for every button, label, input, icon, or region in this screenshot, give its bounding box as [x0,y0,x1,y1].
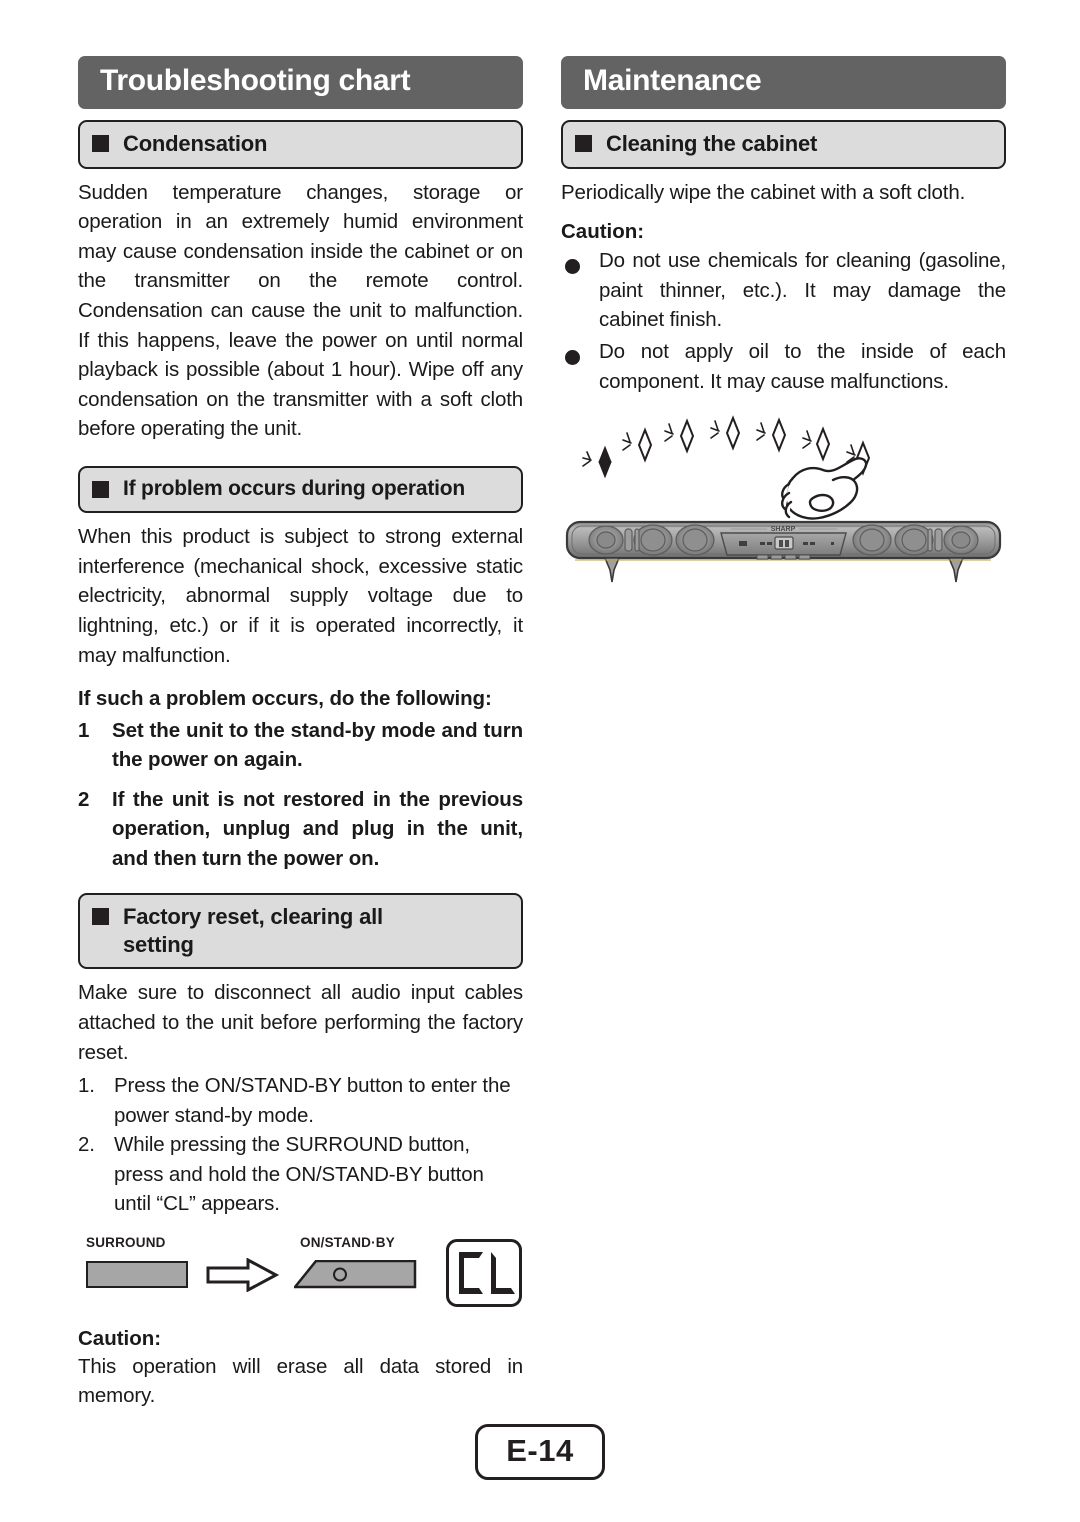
item-text: Press the ON/STAND-BY button to enter th… [114,1074,511,1127]
cleaning-body: Periodically wipe the cabinet with a sof… [561,180,966,204]
if-problem-body: When this product is subject to strong e… [78,525,523,667]
right-column: Maintenance Cleaning the cabinet Periodi… [561,56,1006,1411]
cleaning-caution-bullets: Do not use chemicals for cleaning (gasol… [561,246,1006,396]
square-bullet-icon [92,908,109,926]
factory-reset-steps: 1. Press the ON/STAND-BY button to enter… [78,1071,523,1219]
step-number: 2 [78,787,90,811]
hand-wiping-icon [781,457,868,520]
surround-button-graphic [86,1260,188,1288]
manual-page: Troubleshooting chart Condensation Sudde… [0,0,1080,1522]
condensation-body: Sudden temperature changes, storage or o… [78,180,523,441]
square-bullet-icon [92,135,109,152]
factory-reset-caution-label: Caution: [78,1326,162,1350]
section-header-label: Condensation [123,131,268,156]
page-number-badge: E-14 [475,1424,605,1480]
if-problem-steps: 1 Set the unit to the stand-by mode and … [78,716,523,874]
step-number: 1 [78,718,90,742]
step-text: If the unit is not restored in the previ… [112,787,523,870]
item-number: 2. [78,1133,95,1157]
numbered-item: 2. While pressing the SURROUND button, p… [78,1130,523,1219]
chapter-banner-troubleshooting: Troubleshooting chart [78,56,523,109]
onstandby-button-label: ON/STAND·BY [300,1234,395,1250]
bullet-text: Do not apply oil to the inside of each c… [599,339,1006,393]
onstandby-button-graphic [292,1259,417,1289]
bullet-item: Do not use chemicals for cleaning (gasol… [561,246,1006,335]
item-number: 1. [78,1074,95,1098]
section-header-label: Factory reset, clearing all setting [123,903,383,958]
item-text: While pressing the SURROUND button, pres… [114,1133,484,1216]
step-item: 1 Set the unit to the stand-by mode and … [78,716,523,775]
chapter-banner-maintenance: Maintenance [561,56,1006,109]
soundbar-cleaning-illustration: SHARP [561,414,1006,589]
bullet-text: Do not use chemicals for cleaning (gasol… [599,249,1006,332]
bullet-item: Do not apply oil to the inside of each c… [561,337,1006,396]
square-bullet-icon [575,135,592,152]
section-header-factory-reset: Factory reset, clearing all setting [78,893,523,970]
factory-reset-button-diagram: SURROUND ON/STAND·BY [78,1233,523,1315]
page-footer: E-14 [0,1424,1080,1480]
cl-display-graphic [446,1238,522,1307]
factory-reset-body: Make sure to disconnect all audio input … [78,981,523,1064]
sharp-brand-logo: SHARP [771,526,796,533]
arrow-right-icon [206,1257,280,1293]
factory-reset-caution-text: This operation will erase all data store… [78,1354,523,1408]
surround-button-label: SURROUND [86,1234,166,1250]
step-text: Set the unit to the stand-by mode and tu… [112,718,523,772]
round-bullet-icon [561,337,599,396]
section-header-cleaning-the-cabinet: Cleaning the cabinet [561,120,1006,169]
if-problem-bold-intro: If such a problem occurs, do the followi… [78,687,492,711]
soundbar-graphic: SHARP [565,521,1002,583]
cleaning-caution-label: Caution: [561,220,645,244]
section-header-line1: Factory reset, clearing all [123,904,383,930]
section-header-if-problem-occurs: If problem occurs during operation [78,465,523,514]
section-header-label: Cleaning the cabinet [606,131,818,156]
numbered-item: 1. Press the ON/STAND-BY button to enter… [78,1071,523,1130]
step-item: 2 If the unit is not restored in the pre… [78,785,523,874]
section-header-condensation: Condensation [78,120,523,169]
sparkle-cluster [582,415,871,479]
section-header-label: If problem occurs during operation [123,476,466,500]
two-column-layout: Troubleshooting chart Condensation Sudde… [78,56,1006,1411]
left-column: Troubleshooting chart Condensation Sudde… [78,56,523,1411]
square-bullet-icon [92,480,109,498]
round-bullet-icon [561,246,599,335]
section-header-line2: setting [123,931,194,957]
